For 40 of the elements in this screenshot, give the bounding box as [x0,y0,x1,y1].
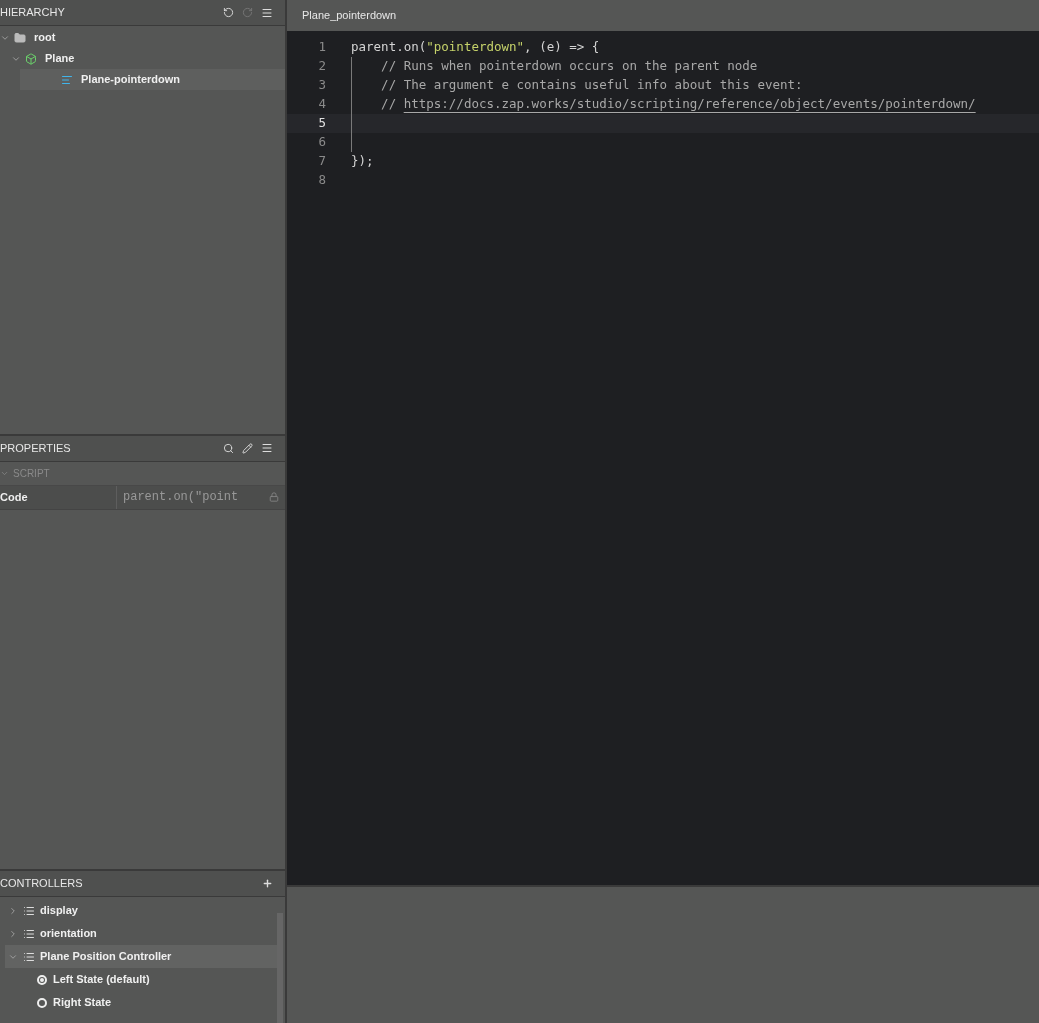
property-label: Code [0,486,117,509]
panel-title: CONTROLLERS [0,876,83,892]
tree-item[interactable]: Plane [0,48,285,69]
controller-item[interactable]: Plane Position Controller [5,945,277,968]
line-number: 5 [317,114,326,133]
panel-title: PROPERTIES [0,441,71,457]
radio-button[interactable] [37,974,47,985]
line-number: 4 [317,95,326,114]
controller-item[interactable]: orientation [5,922,277,945]
controller-item[interactable]: display [5,899,277,922]
radio-button[interactable] [37,997,47,1008]
editor-tab[interactable]: Plane_pointerdown [302,7,397,24]
code-line: // https://docs.zap.works/studio/scripting/reference/object/events/pointerdown/ [380,95,976,114]
menu-icon[interactable] [261,442,273,455]
menu-icon[interactable] [261,6,273,19]
tree-item[interactable]: root [0,27,285,48]
list-icon [23,950,35,963]
line-number: 2 [317,57,326,76]
tree-item[interactable]: Plane-pointerdown [20,69,285,90]
cube-icon [25,52,37,65]
line-number: 8 [317,171,326,190]
line-number: 6 [317,133,326,152]
undo-icon[interactable] [223,7,234,18]
state-item[interactable]: Right State [0,991,277,1014]
line-number: 7 [317,152,326,171]
lines-icon [61,73,73,86]
code-line: // Runs when pointerdown occurs on the parent node [380,57,758,76]
add-icon[interactable] [262,878,273,889]
search-icon[interactable] [223,443,234,454]
code-line: }); [351,152,374,171]
list-icon [23,927,35,940]
code-line: parent.on("pointerdown", (e) => { [351,38,600,57]
line-number: 3 [317,76,326,95]
panel-title: HIERARCHY [0,5,65,21]
list-icon [23,904,35,917]
state-item[interactable]: Left State (default) [0,968,277,991]
code-line: // The argument e contains useful info about this event: [380,76,803,95]
folder-icon [14,31,26,44]
line-number: 1 [317,38,326,57]
pencil-icon[interactable] [242,443,253,454]
